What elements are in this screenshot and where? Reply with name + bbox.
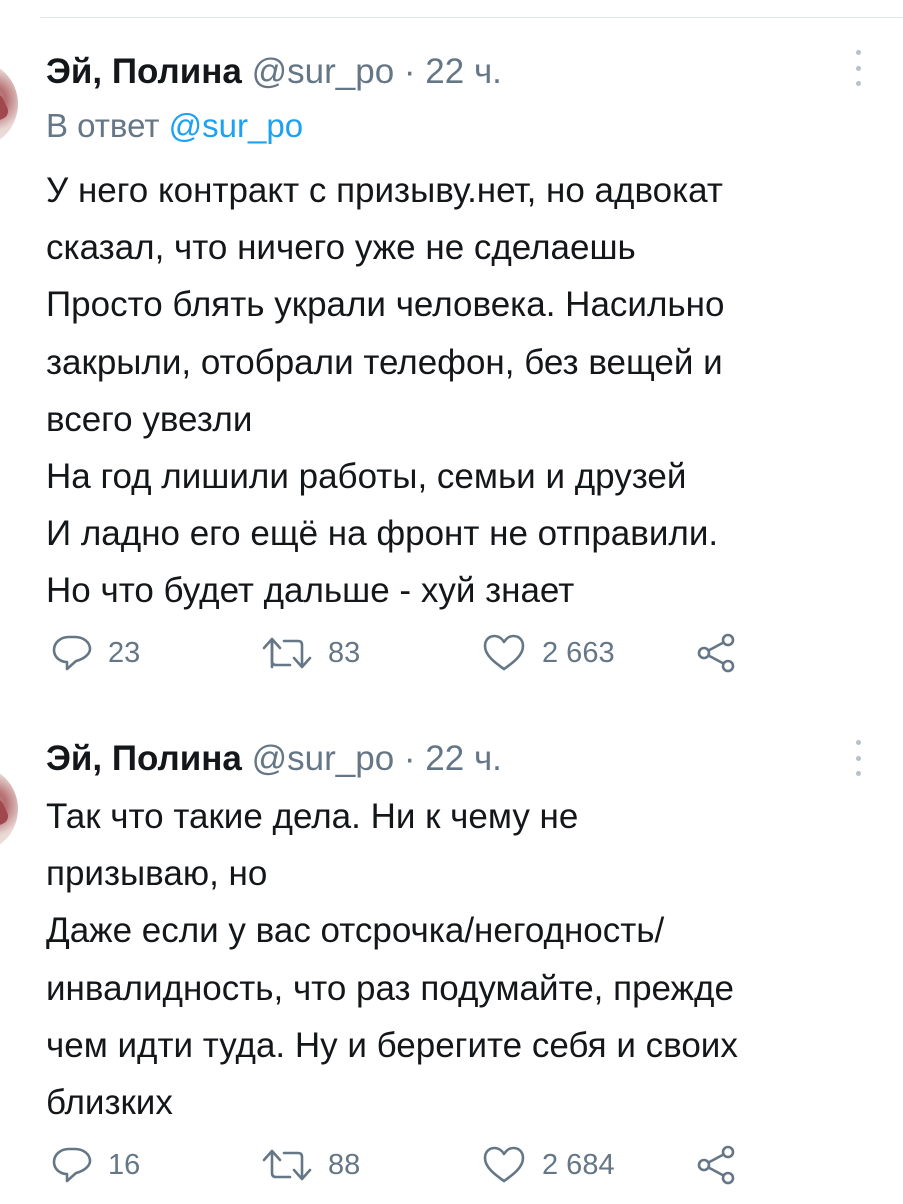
like-count: 2 684 [542, 1148, 615, 1181]
tweet-text-line: Так что такие дела. Ни к чему не [46, 797, 579, 836]
avatar[interactable] [0, 765, 18, 853]
display-name[interactable]: Эй, Полина [46, 739, 242, 778]
tweet-text-line: Даже если у вас отсрочка/негодность/ [46, 911, 665, 951]
separator-dot: · [403, 739, 416, 778]
share-icon [697, 1145, 735, 1185]
like-button[interactable]: 2 684 [482, 1145, 615, 1185]
twitter-thread: Эй, Полина @sur_po · 22 ч. В ответ @sur_… [0, 0, 903, 1204]
tweet-2[interactable]: Эй, Полина @sur_po · 22 ч. Так что такие… [0, 0, 903, 1204]
retweet-count: 88 [328, 1148, 361, 1181]
reply-icon [52, 1147, 92, 1183]
retweet-icon [262, 1149, 312, 1181]
tweet-text-line: чем идти туда. Ну и берегите себя и свои… [46, 1025, 738, 1065]
more-vertical-icon[interactable] [850, 740, 866, 776]
tweet-text: Так что такие дела. Ни к чему не призыва… [46, 788, 886, 1131]
heart-icon [483, 1146, 525, 1183]
reply-count: 16 [108, 1148, 141, 1181]
reply-button[interactable]: 16 [52, 1145, 140, 1185]
user-handle[interactable]: @sur_po [252, 739, 395, 778]
retweet-button[interactable]: 88 [262, 1145, 360, 1185]
share-button[interactable] [696, 1145, 736, 1185]
tweet-text-line: инвалидность, что раз подумайте, прежде [46, 968, 734, 1008]
timestamp[interactable]: 22 ч. [425, 739, 502, 778]
tweet-text-line: близких [46, 1083, 173, 1123]
tweet-actions: 16 88 2 684 [46, 1145, 766, 1185]
tweet-text-line: призываю, но [46, 854, 268, 894]
tweet-header: Эй, Полина @sur_po · 22 ч. [46, 739, 502, 779]
